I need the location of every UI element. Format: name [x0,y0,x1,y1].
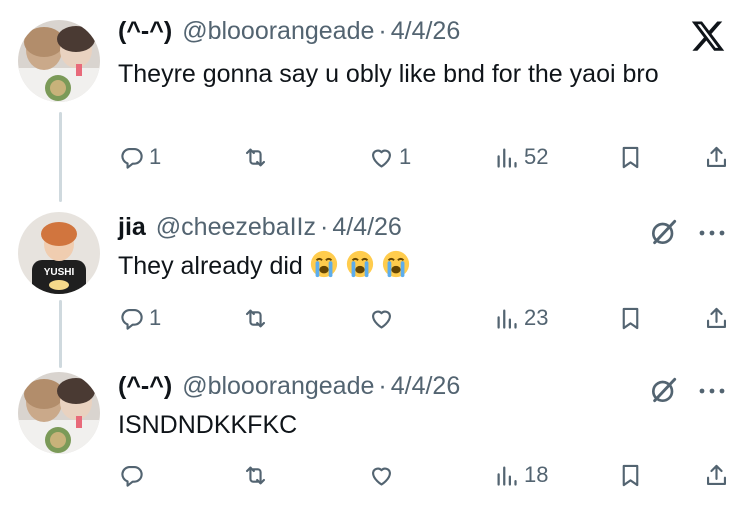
user-handle[interactable]: @blooorangeade [182,372,374,401]
views-count: 52 [524,144,549,169]
avatar-photo: YUSHI [18,212,100,294]
tweet-date[interactable]: 4/4/26 [332,213,402,242]
avatar-photo [18,20,100,102]
x-logo-icon [690,18,726,54]
reply-icon [121,465,143,487]
heart-icon [371,467,392,486]
reply-icon [121,147,143,169]
views-icon [497,309,517,329]
reply-button[interactable] [118,457,149,493]
reply-count: 1 [149,144,162,169]
tweet-header: jia @cheezebaIIz · 4/4/26 [118,213,402,242]
heart-icon [371,310,392,329]
tweet-text-content: They already did [118,252,303,280]
like-button[interactable] [368,300,399,336]
separator-dot: · [378,372,387,400]
tweet-text: ISNDNDKKFKC [118,411,298,439]
loudly-crying-face-emoji [346,250,373,278]
tweet[interactable]: (^-^) @blooorangeade · 4/4/26 Theyre gon… [0,0,750,190]
reply-icon [121,308,143,330]
tweet[interactable]: YUSHI jia @cheezebaIIz · 4/4/26 They alr… [0,190,750,350]
reply-count: 1 [149,305,162,330]
retweet-button[interactable] [242,457,273,493]
grok-icon[interactable] [648,374,680,406]
share-button[interactable] [703,457,730,493]
share-button[interactable] [703,139,730,175]
more-icon[interactable] [696,384,728,396]
separator-dot: · [320,213,329,241]
loudly-crying-face-emoji [310,250,337,278]
like-count: 1 [399,144,412,169]
retweet-button[interactable] [242,300,273,336]
views-count: 23 [524,305,549,330]
bookmark-icon [622,307,639,329]
action-bar: 18 [0,457,750,493]
action-bar: 1 23 [0,300,750,336]
bookmark-button[interactable] [617,139,644,175]
retweet-icon [245,466,266,484]
retweet-icon [245,148,266,166]
bookmark-button[interactable] [617,300,644,336]
avatar[interactable] [18,372,100,454]
tweet-header: (^-^) @blooorangeade · 4/4/26 [118,372,460,401]
avatar-photo [18,372,100,454]
loudly-crying-face-emoji [382,250,409,278]
display-name[interactable]: (^-^) [118,17,172,46]
bookmark-button[interactable] [617,457,644,493]
display-name[interactable]: jia [118,213,146,242]
share-button[interactable] [703,300,730,336]
avatar[interactable] [18,20,100,102]
bookmark-icon [622,464,639,486]
tweet-text: Theyre gonna say u obly like bnd for the… [118,60,659,88]
like-button[interactable]: 1 [368,139,411,175]
share-icon [706,464,727,485]
views-icon [497,466,517,486]
tweet[interactable]: (^-^) @blooorangeade · 4/4/26 ISNDNDKKFK… [0,350,750,508]
avatar-shirt-text: YUSHI [44,267,75,278]
views-button[interactable]: 52 [493,139,548,175]
tweet-date[interactable]: 4/4/26 [391,372,461,401]
views-count: 18 [524,462,549,487]
retweet-button[interactable] [242,139,273,175]
like-button[interactable] [368,457,399,493]
user-handle[interactable]: @blooorangeade [182,17,374,46]
tweet-text: They already did [118,248,708,285]
views-icon [497,148,517,168]
reply-button[interactable]: 1 [118,139,161,175]
action-bar: 1 1 52 [0,139,750,175]
bookmark-icon [622,146,639,168]
display-name[interactable]: (^-^) [118,372,172,401]
more-icon[interactable] [696,226,728,238]
tweet-header: (^-^) @blooorangeade · 4/4/26 [118,17,460,46]
share-icon [706,307,727,328]
user-handle[interactable]: @cheezebaIIz [156,213,316,242]
heart-icon [371,149,392,168]
views-button[interactable]: 23 [493,300,548,336]
share-icon [706,146,727,167]
views-button[interactable]: 18 [493,457,548,493]
tweet-date[interactable]: 4/4/26 [391,17,461,46]
retweet-icon [245,309,266,327]
avatar[interactable]: YUSHI [18,212,100,294]
grok-icon[interactable] [648,216,680,248]
reply-button[interactable]: 1 [118,300,161,336]
separator-dot: · [378,17,387,45]
